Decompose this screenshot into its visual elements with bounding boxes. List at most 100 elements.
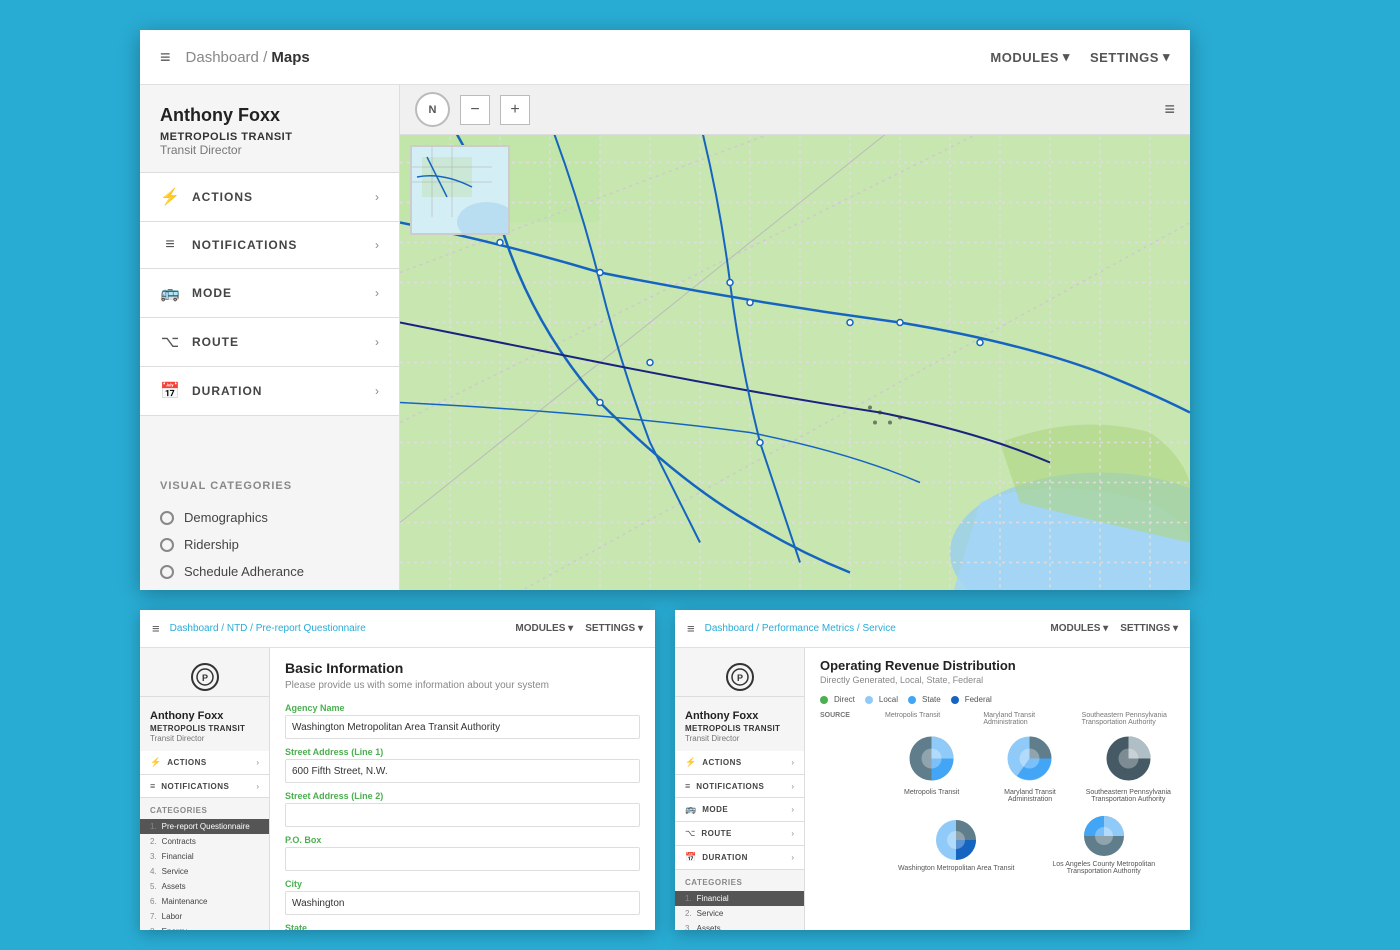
- field-city: City: [285, 879, 640, 915]
- schedule-label: Schedule Adherance: [184, 564, 304, 579]
- bl-modules-button[interactable]: MODULES ▾: [515, 623, 573, 634]
- bl-main-subtitle: Please provide us with some information …: [285, 680, 640, 691]
- bl-topbar: ≡ Dashboard / NTD / Pre-report Questionn…: [140, 610, 655, 648]
- br-actions[interactable]: ⚡ ACTIONS ›: [675, 751, 804, 775]
- bottom-right-panel: ≡ Dashboard / Performance Metrics / Serv…: [675, 610, 1190, 930]
- bl-cat-3[interactable]: 3. Financial: [140, 849, 269, 864]
- sidebar-user-header: Anthony Foxx METROPOLIS TRANSIT Transit …: [140, 85, 399, 173]
- po-box-input[interactable]: [285, 847, 640, 871]
- mode-icon: 🚌: [160, 283, 180, 303]
- local-label: Local: [879, 695, 898, 704]
- br-settings-button[interactable]: SETTINGS ▾: [1120, 623, 1178, 634]
- br-user-title: Transit Director: [675, 734, 804, 751]
- map-menu-button[interactable]: ≡: [1164, 99, 1175, 120]
- street1-input[interactable]: [285, 759, 640, 783]
- settings-button[interactable]: SETTINGS ▾: [1090, 49, 1170, 65]
- route-arrow: ›: [375, 335, 379, 349]
- agency-name-input[interactable]: [285, 715, 640, 739]
- topbar-left: ≡ Dashboard / Maps: [160, 47, 310, 68]
- breadcrumb-separator: /: [263, 49, 267, 66]
- map-toolbar: N − + ≡: [400, 85, 1190, 135]
- hamburger-icon[interactable]: ≡: [160, 47, 171, 68]
- bl-actions-label: ACTIONS: [167, 758, 207, 767]
- state-dot: [908, 696, 916, 704]
- bl-cat-5[interactable]: 5. Assets: [140, 879, 269, 894]
- br-modules-button[interactable]: MODULES ▾: [1050, 623, 1108, 634]
- bl-cat-6[interactable]: 6. Maintenance: [140, 894, 269, 909]
- field-street-2: Street Address (Line 2): [285, 791, 640, 827]
- zoom-out-button[interactable]: −: [460, 95, 490, 125]
- bl-logo-circle: P: [191, 663, 219, 691]
- br-mode[interactable]: 🚌 MODE ›: [675, 798, 804, 822]
- pie-label-metropolis: Metropolis Transit: [885, 789, 978, 803]
- br-cat-2[interactable]: 2. Service: [675, 906, 804, 921]
- pie-washington: Washington Metropolitan Area Transit: [885, 815, 1028, 872]
- po-box-label: P.O. Box: [285, 835, 640, 845]
- br-org-name: METROPOLIS TRANSIT: [675, 724, 804, 734]
- demographics-circle: [160, 511, 174, 525]
- bl-hamburger[interactable]: ≡: [152, 621, 160, 636]
- br-hamburger[interactable]: ≡: [687, 621, 695, 636]
- br-route[interactable]: ⌥ ROUTE ›: [675, 822, 804, 846]
- bl-cat-1[interactable]: 1. Pre-report Questionnaire: [140, 819, 269, 834]
- legend-local: Local: [865, 695, 898, 704]
- street2-input[interactable]: [285, 803, 640, 827]
- sidebar-item-duration[interactable]: 📅 DURATION ›: [140, 367, 399, 416]
- street2-label: Street Address (Line 2): [285, 791, 640, 801]
- bl-cat-2[interactable]: 2. Contracts: [140, 834, 269, 849]
- sidebar-item-notifications[interactable]: ≡ NOTIFICATIONS ›: [140, 222, 399, 269]
- legend-federal: Federal: [951, 695, 992, 704]
- sidebar-item-mode[interactable]: 🚌 MODE ›: [140, 269, 399, 318]
- bl-actions-icon: ⚡: [150, 757, 161, 768]
- bottom-panels: ≡ Dashboard / NTD / Pre-report Questionn…: [140, 610, 1190, 930]
- pie-labels-row1: Metropolis Transit Maryland TransitAdmin…: [820, 789, 1175, 803]
- bl-cat-7[interactable]: 7. Labor: [140, 909, 269, 924]
- compass-button[interactable]: N: [415, 92, 450, 127]
- category-schedule[interactable]: Schedule Adherance: [160, 558, 379, 585]
- modules-button[interactable]: MODULES ▾: [990, 49, 1070, 65]
- bl-topbar-right: MODULES ▾ SETTINGS ▾: [515, 623, 643, 634]
- zoom-in-button[interactable]: +: [500, 95, 530, 125]
- pie-southeastern: [1082, 731, 1175, 786]
- notifications-label: NOTIFICATIONS: [192, 238, 297, 252]
- bl-sidebar: P Anthony Foxx METROPOLIS TRANSIT Transi…: [140, 648, 270, 930]
- br-topbar-right: MODULES ▾ SETTINGS ▾: [1050, 623, 1178, 634]
- field-po-box: P.O. Box: [285, 835, 640, 871]
- mode-arrow: ›: [375, 286, 379, 300]
- map-display[interactable]: [400, 135, 1190, 590]
- sidebar-item-actions[interactable]: ⚡ ACTIONS ›: [140, 173, 399, 222]
- bl-cat-4[interactable]: 4. Service: [140, 864, 269, 879]
- chart-title: Operating Revenue Distribution: [820, 658, 1175, 673]
- pie-charts-row2: Washington Metropolitan Area Transit Los…: [820, 811, 1175, 875]
- legend-direct: Direct: [820, 695, 855, 704]
- bl-notifications[interactable]: ≡ NOTIFICATIONS ›: [140, 775, 269, 798]
- actions-icon: ⚡: [160, 187, 180, 207]
- mode-label: MODE: [192, 286, 232, 300]
- bl-cat-8[interactable]: 8. Energy: [140, 924, 269, 930]
- map-area[interactable]: N − + ≡: [400, 85, 1190, 590]
- col-metropolis: Metropolis Transit: [885, 712, 978, 726]
- federal-dot: [951, 696, 959, 704]
- bl-settings-button[interactable]: SETTINGS ▾: [585, 623, 643, 634]
- duration-arrow: ›: [375, 384, 379, 398]
- br-notifications[interactable]: ≡ NOTIFICATIONS ›: [675, 775, 804, 798]
- br-duration[interactable]: 📅 DURATION ›: [675, 846, 804, 870]
- bl-main-content: Basic Information Please provide us with…: [270, 648, 655, 930]
- category-demographics[interactable]: Demographics: [160, 504, 379, 531]
- br-breadcrumb-prefix: Dashboard / Performance Metrics /: [705, 623, 860, 634]
- br-breadcrumb: Dashboard / Performance Metrics / Servic…: [705, 623, 896, 634]
- direct-label: Direct: [834, 695, 855, 704]
- category-ridership[interactable]: Ridership: [160, 531, 379, 558]
- br-chart-area: Operating Revenue Distribution Directly …: [805, 648, 1190, 930]
- br-cat-3[interactable]: 3. Assets: [675, 921, 804, 930]
- city-input[interactable]: [285, 891, 640, 915]
- bl-user-name: Anthony Foxx: [140, 705, 269, 724]
- state-label: State: [922, 695, 941, 704]
- br-cat-1[interactable]: 1. Financial: [675, 891, 804, 906]
- sidebar-item-route[interactable]: ⌥ ROUTE ›: [140, 318, 399, 367]
- bl-actions[interactable]: ⚡ ACTIONS ›: [140, 751, 269, 775]
- demographics-label: Demographics: [184, 510, 268, 525]
- col-source: SOURCE: [820, 712, 880, 726]
- pie-charts-row1: [820, 731, 1175, 786]
- actions-arrow: ›: [375, 190, 379, 204]
